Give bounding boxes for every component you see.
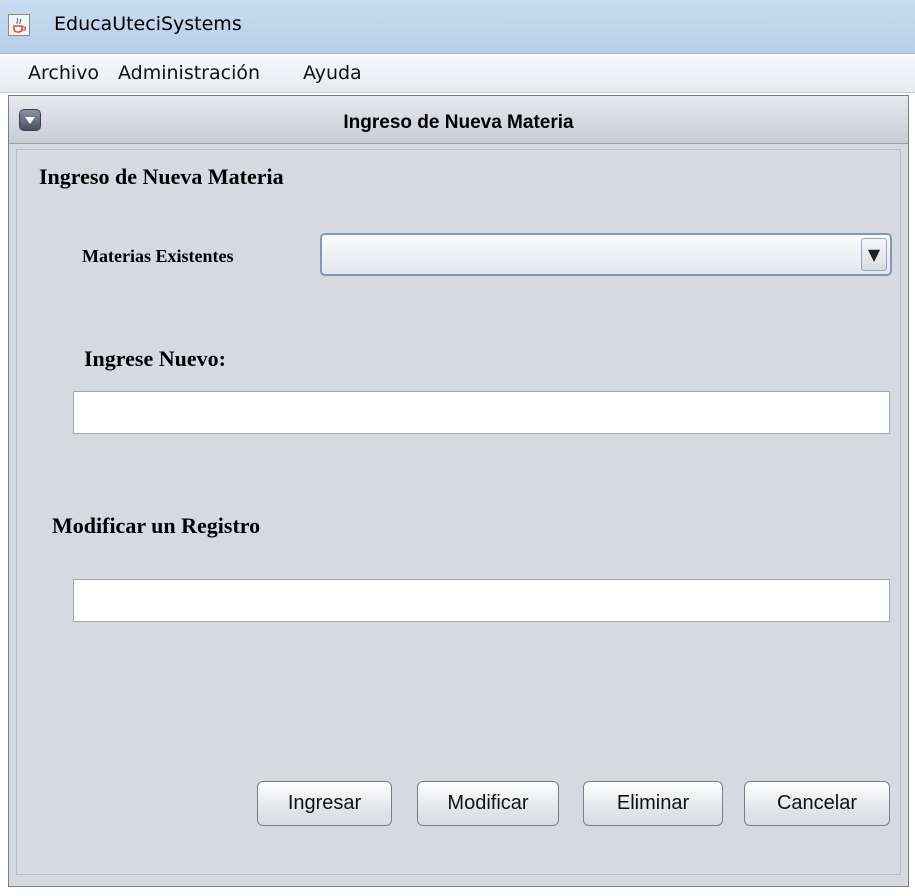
internal-frame: Ingreso de Nueva Materia Ingreso de Nuev… [8,95,909,887]
java-cup-icon [8,14,30,36]
menu-bar: Archivo Administración Ayuda [0,54,915,93]
new-subject-input[interactable] [73,391,890,434]
menu-ayuda[interactable]: Ayuda [303,62,362,84]
new-subject-label: Ingrese Nuevo: [84,346,226,371]
modify-record-input[interactable] [73,579,890,622]
cancelar-button[interactable]: Cancelar [744,781,890,826]
existing-subjects-label: Materias Existentes [82,246,234,266]
menu-administracion[interactable]: Administración [118,62,260,84]
modify-record-label: Modificar un Registro [52,513,261,538]
chevron-down-icon[interactable]: ▼ [861,238,887,271]
existing-subjects-combo[interactable]: ▼ [320,233,892,276]
ingresar-button[interactable]: Ingresar [257,781,392,826]
modificar-button[interactable]: Modificar [417,781,559,826]
window-title: EducaUteciSystems [54,13,242,35]
internal-frame-title-bar[interactable]: Ingreso de Nueva Materia [9,96,908,144]
eliminar-button[interactable]: Eliminar [583,781,723,826]
window-title-bar: EducaUteciSystems [0,0,915,54]
menu-archivo[interactable]: Archivo [28,62,99,84]
internal-frame-title: Ingreso de Nueva Materia [343,112,574,133]
form-panel: Ingreso de Nueva Materia Materias Existe… [16,149,901,875]
form-heading: Ingreso de Nueva Materia [39,164,284,189]
